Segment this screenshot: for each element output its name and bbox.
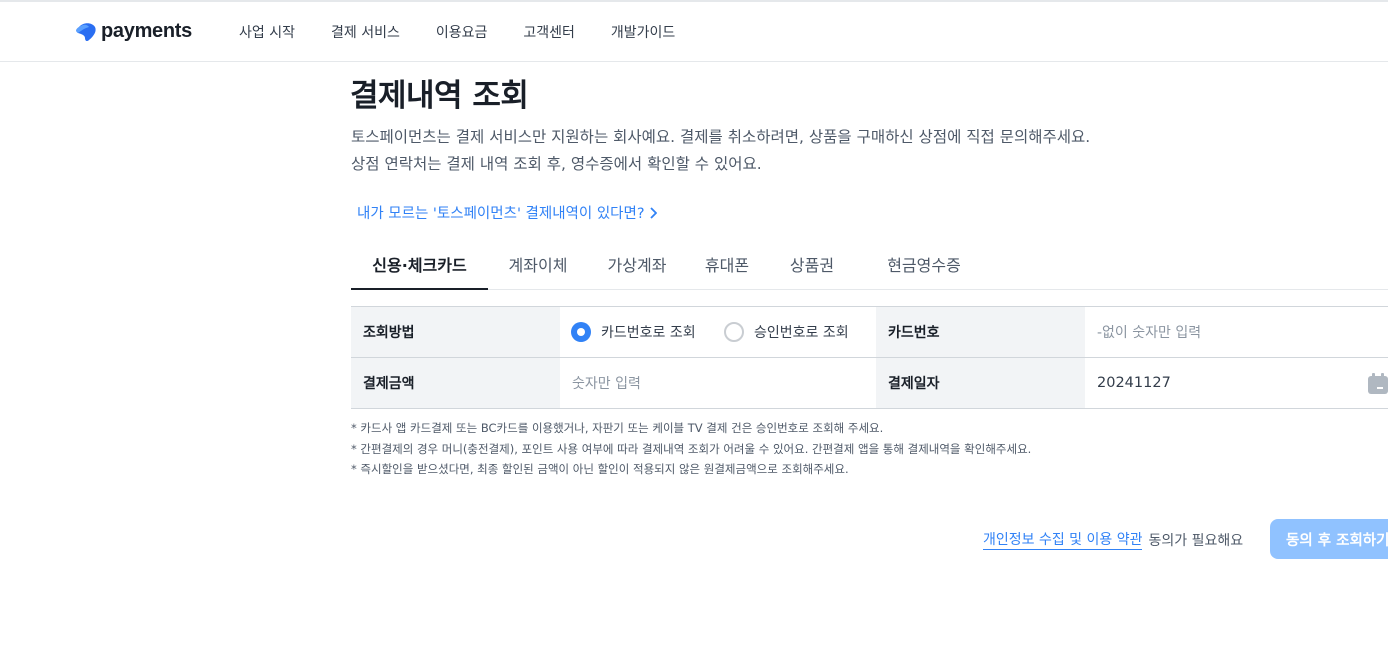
radio-checked-icon (571, 322, 591, 342)
page-description: 토스페이먼츠는 결제 서비스만 지원하는 회사예요. 결제를 취소하려면, 상품… (351, 124, 1090, 178)
nav-item-business-start[interactable]: 사업 시작 (239, 22, 295, 42)
radio-unchecked-icon (724, 322, 744, 342)
radio-approval-number-label: 승인번호로 조회 (754, 325, 849, 341)
calendar-icon[interactable] (1368, 373, 1388, 394)
amount-input[interactable]: 숫자만 입력 (560, 358, 876, 408)
date-label: 결제일자 (876, 358, 1085, 408)
page-title: 결제내역 조회 (350, 78, 529, 114)
notice-list: * 카드사 앱 카드결제 또는 BC카드를 이용했거나, 자판기 또는 케이블 … (351, 418, 1031, 480)
radio-approval-number[interactable]: 승인번호로 조회 (724, 307, 849, 357)
agree-and-search-button[interactable]: 동의 후 조회하기 (1270, 519, 1388, 559)
logo-text: payments (101, 20, 192, 42)
privacy-terms-link[interactable]: 개인정보 수집 및 이용 약관 (983, 529, 1143, 550)
tab-account-transfer[interactable]: 계좌이체 (498, 240, 578, 288)
form-row-amount-date: 결제금액 숫자만 입력 결제일자 20241127 (351, 358, 1388, 409)
nav-item-payment-services[interactable]: 결제 서비스 (331, 22, 400, 42)
nav-item-pricing[interactable]: 이용요금 (436, 22, 488, 42)
radio-card-number[interactable]: 카드번호로 조회 (571, 307, 696, 357)
help-link-label: 내가 모르는 '토스페이먼츠' 결제내역이 있다면? (357, 206, 645, 222)
notice-item: * 즉시할인을 받으셨다면, 최종 할인된 금액이 아닌 할인이 적용되지 않은… (351, 462, 849, 476)
card-number-label: 카드번호 (876, 307, 1085, 357)
chevron-right-icon (649, 206, 657, 219)
radio-card-number-label: 카드번호로 조회 (601, 325, 696, 341)
description-line-1: 토스페이먼츠는 결제 서비스만 지원하는 회사예요. 결제를 취소하려면, 상품… (351, 128, 1091, 146)
logo-icon (76, 22, 96, 41)
description-line-2: 상점 연락처는 결제 내역 조회 후, 영수증에서 확인할 수 있어요. (351, 155, 762, 173)
notice-item: * 카드사 앱 카드결제 또는 BC카드를 이용했거나, 자판기 또는 케이블 … (351, 421, 884, 435)
unknown-payment-help-link[interactable]: 내가 모르는 '토스페이먼츠' 결제내역이 있다면? (357, 202, 657, 223)
method-label: 조회방법 (351, 307, 560, 357)
main-nav: 사업 시작 결제 서비스 이용요금 고객센터 개발가이드 (239, 22, 711, 42)
payment-type-tabs: 신용·체크카드 계좌이체 가상계좌 휴대폰 상품권 현금영수증 (351, 240, 1388, 290)
form-row-method: 조회방법 카드번호로 조회 승인번호로 조회 카드번호 -없이 숫자만 입력 (351, 307, 1388, 358)
date-input[interactable]: 20241127 (1085, 358, 1388, 408)
tab-gift-card[interactable]: 상품권 (779, 240, 845, 288)
terms-agreement: 개인정보 수집 및 이용 약관 동의가 필요해요 (983, 529, 1243, 550)
site-header: payments 사업 시작 결제 서비스 이용요금 고객센터 개발가이드 (0, 2, 1388, 62)
amount-label: 결제금액 (351, 358, 560, 408)
notice-item: * 간편결제의 경우 머니(충전결제), 포인트 사용 여부에 따라 결제내역 … (351, 441, 1032, 456)
tab-virtual-account[interactable]: 가상계좌 (597, 240, 677, 288)
nav-item-developer-guide[interactable]: 개발가이드 (611, 22, 675, 42)
nav-item-customer-center[interactable]: 고객센터 (523, 22, 575, 42)
tab-cash-receipt[interactable]: 현금영수증 (864, 240, 984, 288)
tab-credit-check-card[interactable]: 신용·체크카드 (351, 240, 488, 290)
lookup-form: 조회방법 카드번호로 조회 승인번호로 조회 카드번호 -없이 숫자만 입력 결… (351, 306, 1388, 409)
logo[interactable]: payments (75, 20, 192, 43)
tab-mobile-phone[interactable]: 휴대폰 (694, 240, 760, 288)
agreement-required-text: 동의가 필요해요 (1148, 532, 1244, 549)
card-number-input[interactable]: -없이 숫자만 입력 (1085, 307, 1388, 357)
